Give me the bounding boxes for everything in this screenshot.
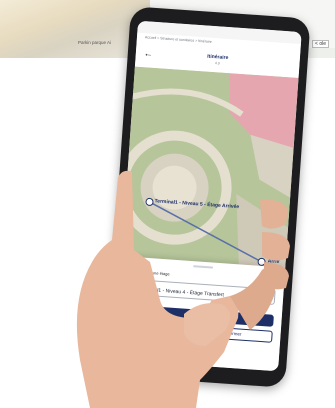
sheet-drag-handle[interactable]: [193, 265, 214, 269]
phone-device: Accueil > Structure et sanitaires > Itin…: [105, 6, 311, 388]
photo-scene: Parkin parque Ai < ole Accueil > Structu…: [0, 0, 335, 408]
end-label: Arriv: [267, 258, 280, 266]
background-caption: Parkin parque Ai: [78, 40, 112, 45]
close-button-label: Fermer: [226, 330, 242, 337]
background-tag: < ole: [312, 40, 329, 48]
floor-prompt-label: Sélectionner une étage: [128, 268, 170, 277]
floor-selector-sheet: Sélectionner une étage Niveau 2 - Termin…: [114, 256, 286, 372]
floor-select-caption: Niveau: [132, 280, 143, 286]
floor-select-value: 2 - Terminal1 - Niveau 4 - Étage Transfe…: [132, 285, 225, 299]
floor-select[interactable]: Niveau 2 - Terminal1 - Niveau 4 - Étage …: [126, 278, 276, 305]
phone-screen: Accueil > Structure et sanitaires > Itin…: [114, 20, 302, 372]
chevron-down-icon: ▾: [267, 293, 271, 300]
